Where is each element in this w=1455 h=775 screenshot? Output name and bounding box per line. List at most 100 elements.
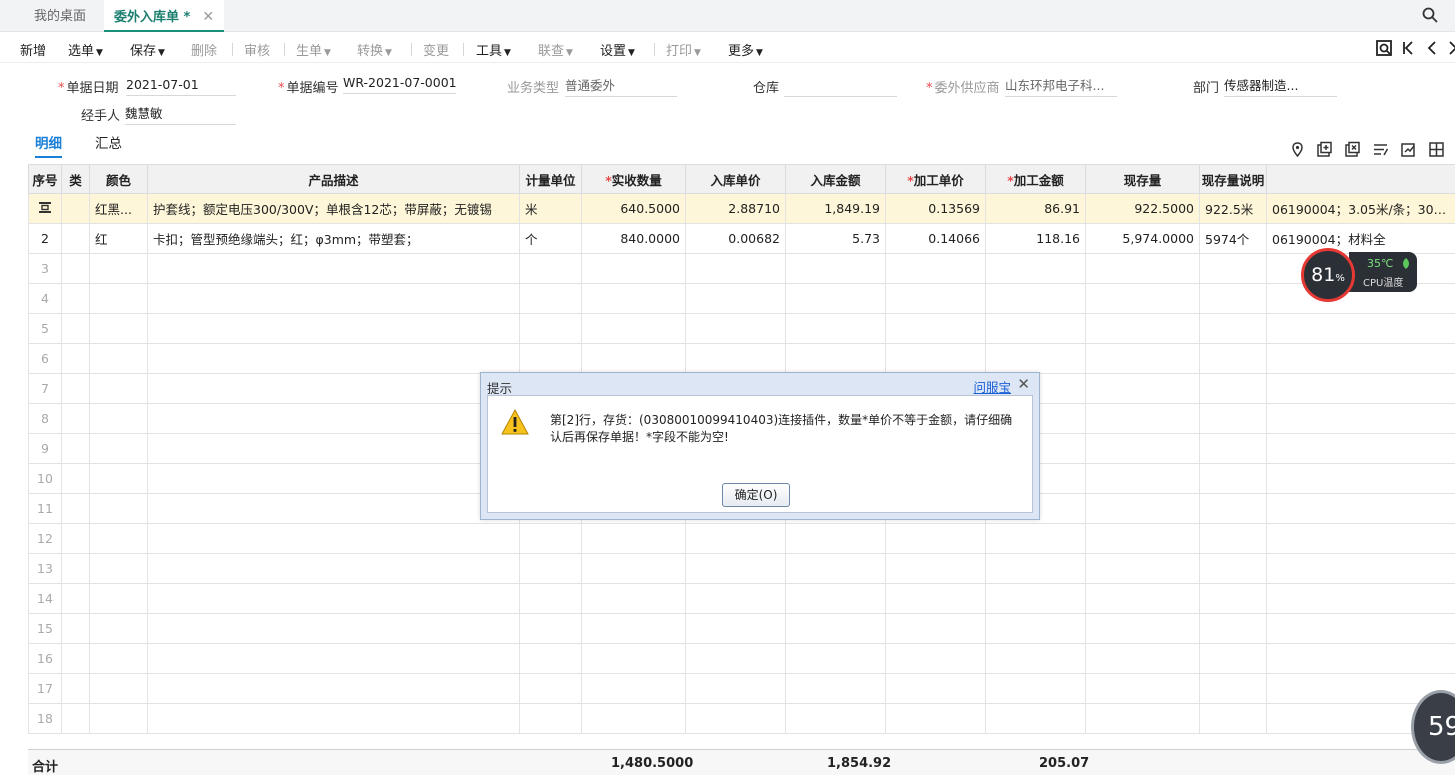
locate-icon[interactable] [1375, 39, 1393, 57]
grid-cell[interactable] [685, 313, 786, 344]
grid-cell[interactable] [89, 433, 148, 464]
grid-cell[interactable] [1199, 553, 1267, 584]
column-header[interactable]: 现存量说明 [1199, 164, 1267, 194]
grid-cell[interactable]: 3 [28, 253, 62, 284]
grid-cell[interactable] [1199, 373, 1267, 404]
grid-cell[interactable]: 18 [28, 703, 62, 734]
grid-cell[interactable] [1085, 703, 1200, 734]
table-row[interactable]: 15 [28, 613, 1455, 644]
next-record-icon[interactable] [1445, 39, 1455, 57]
table-row[interactable]: 18 [28, 703, 1455, 734]
link-query-button[interactable]: 联查 ▼ [538, 40, 573, 59]
close-icon[interactable]: ✕ [202, 9, 214, 25]
grid-cell[interactable] [1266, 373, 1455, 404]
grid-cell[interactable] [885, 343, 986, 374]
grid-cell[interactable]: 卡扣；管型预绝缘端头；红；φ3mm；带塑套； [147, 223, 520, 254]
grid-cell[interactable] [785, 643, 886, 674]
table-row[interactable]: 12 [28, 523, 1455, 554]
grid-cell[interactable] [89, 643, 148, 674]
grid-cell[interactable] [147, 643, 520, 674]
grid-cell[interactable] [785, 673, 886, 704]
grid-cell[interactable] [147, 373, 520, 404]
grid-cell[interactable] [61, 193, 90, 224]
grid-cell[interactable] [1266, 583, 1455, 614]
close-icon[interactable]: ✕ [1017, 375, 1030, 393]
grid-cell[interactable] [147, 403, 520, 434]
grid-cell[interactable] [581, 523, 686, 554]
grid-cell[interactable] [61, 253, 90, 284]
generate-button[interactable]: 生单 ▼ [296, 40, 331, 59]
grid-cell[interactable]: 5.73 [785, 223, 886, 254]
grid-cell[interactable] [89, 613, 148, 644]
grid-cell[interactable] [581, 343, 686, 374]
grid-cell[interactable] [1199, 253, 1267, 284]
grid-cell[interactable] [61, 463, 90, 494]
grid-cell[interactable] [147, 283, 520, 314]
grid-cell[interactable] [685, 583, 786, 614]
grid-cell[interactable] [519, 523, 582, 554]
grid-cell[interactable]: 12 [28, 523, 62, 554]
grid-cell[interactable] [785, 553, 886, 584]
grid-cell[interactable] [1199, 613, 1267, 644]
previous-record-icon[interactable] [1423, 39, 1441, 57]
grid-cell[interactable] [985, 583, 1086, 614]
grid-cell[interactable] [89, 373, 148, 404]
grid-cell[interactable]: 8 [28, 403, 62, 434]
grid-cell[interactable] [685, 703, 786, 734]
grid-cell[interactable] [685, 253, 786, 284]
grid-cell[interactable] [89, 403, 148, 434]
grid-cell[interactable] [985, 283, 1086, 314]
grid-cell[interactable] [1199, 433, 1267, 464]
grid-cell[interactable] [985, 523, 1086, 554]
grid-cell[interactable] [985, 343, 1086, 374]
grid-cell[interactable] [785, 253, 886, 284]
first-record-icon[interactable] [1399, 39, 1417, 57]
cpu-monitor-widget[interactable]: 35℃ CPU温度 81% [1301, 248, 1417, 302]
grid-cell[interactable]: 0.13569 [885, 193, 986, 224]
grid-cell[interactable] [1085, 433, 1200, 464]
grid-cell[interactable] [885, 613, 986, 644]
grid-cell[interactable] [147, 253, 520, 284]
grid-cell[interactable]: 5974个 [1199, 223, 1267, 254]
grid-cell[interactable]: 86.91 [985, 193, 1086, 224]
grid-cell[interactable]: 11 [28, 493, 62, 524]
audit-button[interactable]: 审核 [244, 40, 270, 59]
grid-cell[interactable] [985, 313, 1086, 344]
grid-cell[interactable] [1266, 613, 1455, 644]
grid-cell[interactable] [581, 583, 686, 614]
grid-cell[interactable] [1199, 673, 1267, 704]
grid-cell[interactable]: 13 [28, 553, 62, 584]
grid-cell[interactable]: 118.16 [985, 223, 1086, 254]
grid-cell[interactable] [581, 613, 686, 644]
grid-cell[interactable] [685, 673, 786, 704]
grid-cell[interactable] [885, 643, 986, 674]
grid-cell[interactable] [1085, 583, 1200, 614]
grid-cell[interactable] [985, 673, 1086, 704]
ok-button[interactable]: 确定(O) [722, 483, 790, 507]
grid-cell[interactable] [519, 583, 582, 614]
grid-cell[interactable] [519, 703, 582, 734]
grid-cell[interactable] [61, 493, 90, 524]
grid-cell[interactable] [519, 613, 582, 644]
grid-cell[interactable] [1266, 523, 1455, 554]
grid-cell[interactable]: 2.88710 [685, 193, 786, 224]
column-header[interactable]: *加工金额 [985, 164, 1086, 194]
table-row[interactable]: 红黑... 护套线；额定电压300/300V；单根含12芯；带屏蔽；无镀锡 米 … [28, 193, 1455, 224]
grid-cell[interactable]: 10 [28, 463, 62, 494]
grid-cell[interactable] [1199, 523, 1267, 554]
grid-cell[interactable]: 红黑... [89, 193, 148, 224]
table-row[interactable]: 3 [28, 253, 1455, 284]
grid-cell[interactable] [1266, 493, 1455, 524]
grid-cell[interactable] [685, 283, 786, 314]
column-header[interactable]: 序号 [28, 164, 62, 194]
grid-cell[interactable] [1199, 493, 1267, 524]
grid-cell[interactable] [1266, 403, 1455, 434]
grid-cell[interactable] [147, 493, 520, 524]
table-row[interactable]: 16 [28, 643, 1455, 674]
grid-cell[interactable] [885, 313, 986, 344]
grid-cell[interactable] [1085, 613, 1200, 644]
grid-cell[interactable] [785, 613, 886, 644]
grid-cell[interactable]: 5,974.0000 [1085, 223, 1200, 254]
grid-cell[interactable] [985, 643, 1086, 674]
grid-cell[interactable] [61, 673, 90, 704]
